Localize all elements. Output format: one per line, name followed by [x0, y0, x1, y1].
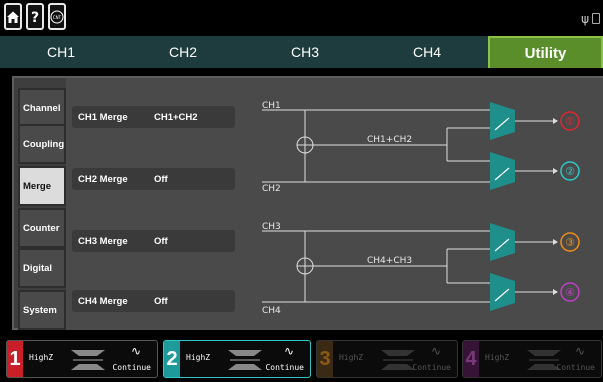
ch3-merge-row[interactable]: CH3 Merge Off [72, 230, 235, 252]
channel-3-amplitude-icon [381, 350, 415, 370]
out4-arrow-icon [553, 289, 558, 295]
svg-text:?: ? [31, 10, 39, 25]
home-icon[interactable] [4, 3, 22, 30]
channel-3-status[interactable]: 3 HighZ ∿ Continue [316, 340, 458, 378]
sidebar-item-label: Merge [23, 180, 51, 192]
sidebar-item-coupling[interactable]: Coupling [18, 124, 66, 164]
sidebar-item-system[interactable]: System [18, 290, 66, 330]
ch2-merge-label: CH2 Merge [78, 173, 128, 185]
top-status-bar: ? CNT ψ [0, 0, 603, 36]
out1-arrow-icon [553, 118, 558, 124]
channel-1-impedance: HighZ [29, 353, 54, 362]
out3-arrow-icon [553, 239, 558, 245]
channel-2-amplitude-icon [228, 350, 262, 370]
sum2-label: CH4+CH3 [367, 256, 412, 266]
channel-1-amplitude-icon [71, 350, 105, 370]
channel-4-mode: Continue [556, 363, 595, 372]
switch-1-icon [490, 102, 515, 140]
output-3-label: ③ [565, 236, 575, 249]
channel-4-wave-icon: ∿ [574, 344, 585, 358]
output-1-label: ① [565, 115, 575, 128]
channel-3-wave-icon: ∿ [430, 344, 441, 358]
channel-1-wave-icon: ∿ [130, 344, 141, 358]
switch-3-icon [490, 223, 515, 261]
sidebar-item-label: Counter [23, 222, 60, 234]
counter-icon[interactable]: CNT [48, 3, 66, 30]
ch3-merge-value: Off [154, 235, 168, 247]
ch2-input-label: CH2 [262, 184, 281, 194]
channel-1-mode: Continue [112, 363, 151, 372]
out2-arrow-icon [553, 168, 558, 174]
channel-4-status[interactable]: 4 HighZ ∿ Continue [462, 340, 602, 378]
ch4-merge-value: Off [154, 295, 168, 307]
channel-2-impedance: HighZ [186, 353, 211, 362]
channel-3-mode: Continue [412, 363, 451, 372]
svg-text:CNT: CNT [53, 15, 62, 20]
channel-1-number: 1 [7, 341, 23, 377]
ch4-merge-row[interactable]: CH4 Merge Off [72, 290, 235, 312]
merge-diagram: CH1 CH2 CH1+CH2 ① ② CH3 CH4 CH4+CH3 ③ ④ [262, 101, 580, 316]
channel-status-strip: 1 HighZ ∿ Continue 2 HighZ ∿ Continue 3 … [0, 338, 603, 382]
output-4-label: ④ [565, 286, 575, 299]
tab-ch2[interactable]: CH2 [122, 36, 244, 68]
channel-2-mode: Continue [265, 363, 304, 372]
ch1-merge-label: CH1 Merge [78, 111, 128, 123]
channel-2-status[interactable]: 2 HighZ ∿ Continue [163, 340, 311, 378]
ch1-merge-value: CH1+CH2 [154, 111, 198, 123]
tab-utility[interactable]: Utility [488, 36, 603, 68]
output-2-label: ② [565, 165, 575, 178]
sum1-label: CH1+CH2 [367, 135, 412, 145]
switch-2-icon [490, 152, 515, 190]
channel-2-wave-icon: ∿ [283, 344, 294, 358]
tab-ch4[interactable]: CH4 [366, 36, 488, 68]
channel-2-number: 2 [164, 341, 180, 377]
ch3-merge-label: CH3 Merge [78, 235, 128, 247]
channel-1-status[interactable]: 1 HighZ ∿ Continue [6, 340, 158, 378]
channel-3-impedance: HighZ [339, 353, 364, 362]
help-icon[interactable]: ? [26, 3, 44, 30]
channel-tabs: CH1 CH2 CH3 CH4 Utility [0, 36, 603, 68]
sidebar-item-label: System [23, 304, 57, 316]
sidebar-item-digital[interactable]: Digital [18, 248, 66, 288]
ch2-merge-value: Off [154, 173, 168, 185]
sidebar-item-label: Coupling [23, 138, 65, 150]
ch2-merge-row[interactable]: CH2 Merge Off [72, 168, 235, 190]
tab-ch3[interactable]: CH3 [244, 36, 366, 68]
ch1-merge-row[interactable]: CH1 Merge CH1+CH2 [72, 106, 235, 128]
usb-icon: ψ [581, 12, 589, 26]
ch4-input-label: CH4 [262, 306, 281, 316]
storage-icon [592, 13, 600, 24]
channel-3-number: 3 [317, 341, 333, 377]
switch-4-icon [490, 273, 515, 311]
sidebar-item-label: Digital [23, 262, 53, 274]
channel-4-impedance: HighZ [485, 353, 510, 362]
sidebar-item-channel[interactable]: Channel [18, 88, 66, 128]
channel-4-number: 4 [463, 341, 479, 377]
sidebar-item-counter[interactable]: Counter [18, 208, 66, 248]
tab-ch1[interactable]: CH1 [0, 36, 122, 68]
sidebar-item-label: Channel [23, 102, 61, 114]
sidebar-item-merge[interactable]: Merge [18, 166, 66, 206]
ch4-merge-label: CH4 Merge [78, 295, 128, 307]
